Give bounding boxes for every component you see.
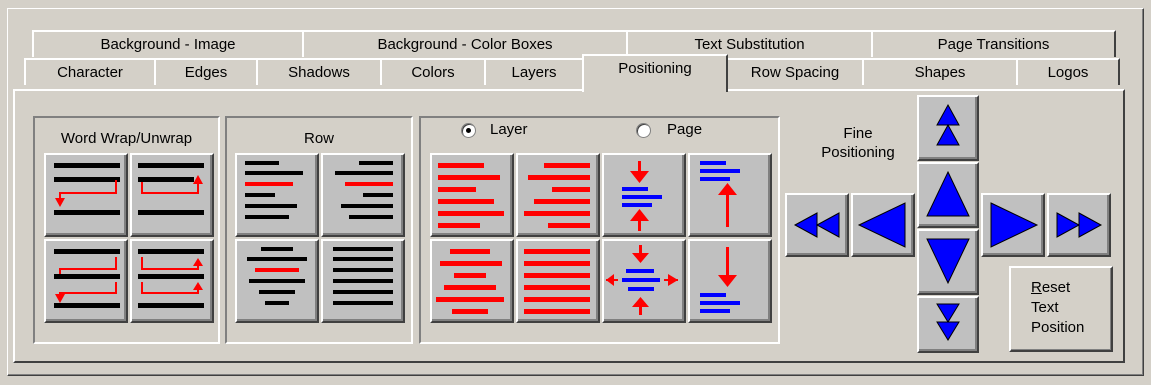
fast-left-icon — [793, 212, 840, 238]
row-title: Row — [303, 130, 334, 147]
right-button[interactable] — [981, 193, 1045, 257]
left-icon — [857, 202, 906, 248]
fast-down-icon — [936, 303, 960, 341]
radio-layer-dot — [466, 128, 471, 133]
radio-layer-label: Layer — [490, 121, 528, 138]
tab-character[interactable]: Character — [24, 58, 156, 85]
align-vcenter-icon — [700, 161, 740, 227]
reset-label-line1: Reset — [1031, 278, 1111, 298]
align-center-icon — [436, 249, 504, 314]
down-button[interactable] — [917, 229, 979, 295]
down-icon — [926, 238, 970, 285]
align-center-button[interactable] — [430, 239, 514, 323]
row-highlight-right-icon — [335, 161, 393, 219]
align-top-button[interactable] — [602, 153, 686, 237]
wrap-left-icon — [54, 163, 120, 215]
tab-shadows[interactable]: Shadows — [256, 58, 382, 85]
tab-row-spacing[interactable]: Row Spacing — [726, 58, 864, 85]
align-right-icon — [524, 163, 590, 228]
reset-label-line3: Position — [1031, 319, 1085, 336]
align-top-icon — [622, 161, 662, 231]
fine-label-line2: Positioning — [821, 144, 895, 161]
reset-mnemonic: R — [1031, 279, 1042, 296]
align-middle-icon — [606, 245, 678, 315]
tab-colors[interactable]: Colors — [380, 58, 486, 85]
reset-label-rest: eset — [1041, 279, 1071, 296]
fine-label-line1: Fine — [843, 125, 873, 142]
fast-up-button[interactable] — [917, 95, 979, 161]
radio-layer[interactable] — [461, 123, 476, 138]
align-bottom-icon — [700, 247, 740, 313]
tab-logos[interactable]: Logos — [1016, 58, 1120, 85]
row-highlight-right-button[interactable] — [321, 153, 405, 237]
radio-page-label: Page — [667, 121, 703, 138]
tab-page-transitions[interactable]: Page Transitions — [871, 30, 1116, 57]
fast-left-button[interactable] — [785, 193, 849, 257]
align-vcenter-button[interactable] — [688, 153, 772, 237]
fast-down-button[interactable] — [917, 296, 979, 353]
unwrap-right-button[interactable] — [130, 239, 214, 323]
tab-shapes[interactable]: Shapes — [862, 58, 1018, 85]
tab-positioning[interactable]: Positioning — [582, 54, 728, 92]
row-center-button[interactable] — [235, 239, 319, 323]
align-justify-button[interactable] — [516, 239, 600, 323]
right-icon — [990, 202, 1039, 248]
unwrap-right-icon — [138, 249, 204, 308]
row-highlight-left-button[interactable] — [235, 153, 319, 237]
word-wrap-title: Word Wrap/Unwrap — [60, 130, 193, 147]
fine-positioning-label: Fine Positioning — [803, 124, 913, 162]
tab-background-image[interactable]: Background - Image — [32, 30, 304, 57]
up-button[interactable] — [917, 162, 979, 228]
tab-background-color-boxes[interactable]: Background - Color Boxes — [302, 30, 628, 57]
reset-label-line2: Text — [1031, 299, 1059, 316]
wrap-right-icon — [138, 163, 204, 215]
align-justify-icon — [524, 249, 590, 314]
align-right-button[interactable] — [516, 153, 600, 237]
radio-page[interactable] — [636, 123, 651, 138]
tab-layers[interactable]: Layers — [484, 58, 584, 85]
align-bottom-button[interactable] — [688, 239, 772, 323]
align-left-button[interactable] — [430, 153, 514, 237]
reset-text-position-button[interactable]: Reset Text Position — [1009, 266, 1113, 352]
fast-right-button[interactable] — [1047, 193, 1111, 257]
align-left-icon — [438, 163, 504, 228]
tab-edges[interactable]: Edges — [154, 58, 258, 85]
unwrap-left-button[interactable] — [44, 239, 128, 323]
tab-text-substitution[interactable]: Text Substitution — [626, 30, 873, 57]
align-middle-button[interactable] — [602, 239, 686, 323]
wrap-right-button[interactable] — [130, 153, 214, 237]
fast-up-icon — [936, 103, 960, 146]
up-icon — [926, 170, 970, 217]
row-center-icon — [247, 247, 307, 305]
row-justify-button[interactable] — [321, 239, 405, 323]
row-highlight-icon — [245, 161, 303, 219]
left-button[interactable] — [851, 193, 915, 257]
fast-right-icon — [1056, 212, 1103, 238]
wrap-left-button[interactable] — [44, 153, 128, 237]
unwrap-left-icon — [54, 249, 120, 308]
row-justify-icon — [333, 247, 393, 305]
